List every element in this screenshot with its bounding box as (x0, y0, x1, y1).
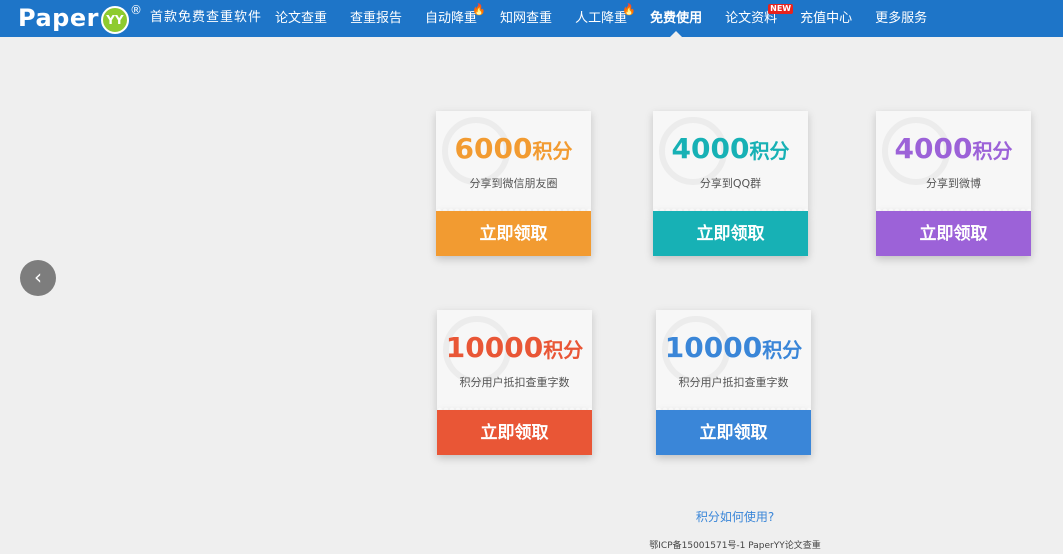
card-top: 10000积分 积分用户抵扣查重字数 (437, 310, 592, 410)
card-description: 积分用户抵扣查重字数 (678, 376, 789, 389)
points-number: 4000 (894, 132, 973, 165)
card-description: 积分用户抵扣查重字数 (459, 376, 570, 389)
points-number: 6000 (454, 132, 533, 165)
claim-button[interactable]: 立即领取 (437, 410, 592, 455)
chevron-left-icon: ‹ (34, 265, 42, 289)
nav-item-auto-rewrite[interactable]: 自动降重 🔥 (425, 0, 486, 37)
claim-button[interactable]: 立即领取 (876, 211, 1031, 256)
nav-item-cnki-check[interactable]: 知网查重 (500, 0, 552, 37)
card-top: 10000积分 积分用户抵扣查重字数 (656, 310, 811, 410)
nav-item-check-report[interactable]: 查重报告 (350, 0, 402, 37)
card-top: 4000积分 分享到QQ群 (653, 111, 808, 211)
logo-wordmark: Paper (18, 4, 99, 32)
points-unit: 积分 (749, 139, 790, 163)
points-amount: 10000积分 (656, 332, 811, 366)
points-amount: 4000积分 (876, 133, 1031, 167)
logo-tagline: 首款免费查重软件 (149, 10, 262, 25)
nav-item-more-services[interactable]: 更多服务 (875, 0, 927, 37)
nav-item-label: 更多服务 (875, 11, 928, 26)
points-card-qq-group: 4000积分 分享到QQ群 立即领取 (653, 111, 808, 256)
points-unit: 积分 (972, 139, 1013, 163)
nav-item-recharge[interactable]: 充值中心 (800, 0, 852, 37)
nav-item-label: 自动降重 (425, 11, 478, 26)
claim-button[interactable]: 立即领取 (656, 410, 811, 455)
nav-item-label: 论文查重 (275, 11, 328, 26)
points-card-deduct-2: 10000积分 积分用户抵扣查重字数 立即领取 (656, 310, 811, 455)
nav-item-label: 充值中心 (800, 11, 853, 26)
new-badge: NEW (768, 4, 794, 14)
logo-yy-badge: YY (100, 6, 129, 34)
site-logo[interactable]: Paper YY ® 首款免费查重软件 (18, 3, 262, 34)
nav-item-paper-check[interactable]: 论文查重 (275, 0, 327, 37)
points-unit: 积分 (762, 338, 803, 362)
card-description: 分享到微信朋友圈 (469, 177, 558, 190)
top-nav-bar: Paper YY ® 首款免费查重软件 论文查重 查重报告 自动降重 🔥 知网查… (0, 0, 1063, 37)
claim-button[interactable]: 立即领取 (436, 211, 591, 256)
points-number: 10000 (445, 331, 544, 364)
nav-item-label: 查重报告 (350, 11, 403, 26)
points-card-wechat: 6000积分 分享到微信朋友圈 立即领取 (436, 111, 591, 256)
registered-mark: ® (129, 3, 142, 17)
nav-item-manual-rewrite[interactable]: 人工降重 🔥 (575, 0, 636, 37)
nav-menu: 论文查重 查重报告 自动降重 🔥 知网查重 人工降重 🔥 免费使用 论文资料 N… (275, 0, 950, 37)
card-top: 6000积分 分享到微信朋友圈 (436, 111, 591, 211)
nav-item-paper-resources[interactable]: 论文资料 NEW (725, 0, 794, 37)
nav-item-label: 免费使用 (650, 11, 703, 26)
points-amount: 6000积分 (436, 133, 591, 167)
points-unit: 积分 (543, 338, 584, 362)
card-description: 分享到QQ群 (699, 177, 762, 190)
claim-button[interactable]: 立即领取 (653, 211, 808, 256)
icp-license-text: 鄂ICP备15001571号-1 PaperYY论文查重 (649, 541, 821, 551)
flame-icon: 🔥 (472, 3, 487, 16)
how-to-use-points-link[interactable]: 积分如何使用? (0, 508, 1063, 525)
points-card-deduct-1: 10000积分 积分用户抵扣查重字数 立即领取 (437, 310, 592, 455)
nav-item-label: 知网查重 (500, 11, 553, 26)
carousel-prev-button[interactable]: ‹ (20, 260, 56, 296)
flame-icon: 🔥 (622, 3, 637, 16)
nav-item-label: 人工降重 (575, 11, 628, 26)
nav-item-free-use[interactable]: 免费使用 (650, 0, 702, 37)
points-card-weibo: 4000积分 分享到微博 立即领取 (876, 111, 1031, 256)
card-description: 分享到微博 (926, 177, 981, 190)
points-amount: 4000积分 (653, 133, 808, 167)
points-number: 10000 (664, 331, 763, 364)
points-amount: 10000积分 (437, 332, 592, 366)
card-top: 4000积分 分享到微博 (876, 111, 1031, 211)
points-unit: 积分 (532, 139, 573, 163)
points-number: 4000 (671, 132, 750, 165)
